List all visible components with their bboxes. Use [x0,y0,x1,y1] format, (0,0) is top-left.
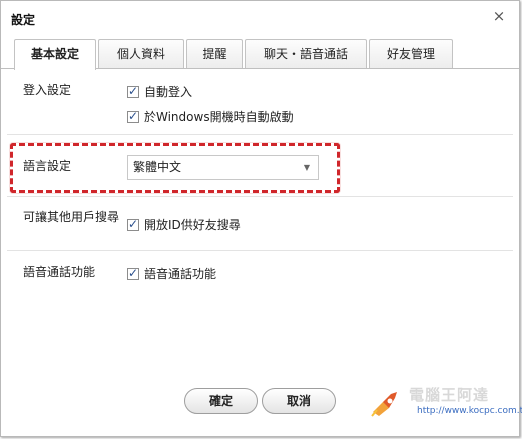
dialog-title: 設定 [11,13,36,27]
auto-login-checkbox[interactable]: 自動登入 [127,83,192,100]
searchable-label: 可讓其他用戶搜尋 [23,210,120,224]
checkbox-checked-icon[interactable] [127,266,139,280]
start-on-boot-checkbox[interactable]: 於Windows開機時自動啟動 [127,108,294,125]
allow-id-search-checkbox[interactable]: 開放ID供好友搜尋 [127,216,241,233]
allow-id-search-text: 開放ID供好友搜尋 [144,218,241,232]
voice-call-checkbox[interactable]: 語音通話功能 [127,265,216,282]
watermark: 電腦王阿達 http://www.kocpc.com.tw [369,384,522,424]
checkbox-checked-icon[interactable] [127,217,139,231]
checkbox-checked-icon[interactable] [127,109,139,123]
tab-chat-voice[interactable]: 聊天・語音通話 [245,39,367,69]
watermark-title: 電腦王阿達 [409,386,490,404]
tab-friend-management[interactable]: 好友管理 [369,39,453,69]
section-divider [7,196,513,197]
tab-personal-info[interactable]: 個人資料 [98,39,184,69]
section-divider [7,250,513,251]
tab-reminders[interactable]: 提醒 [186,39,243,69]
start-on-boot-text: 於Windows開機時自動啟動 [144,110,294,124]
section-divider [7,134,513,135]
tab-basic-settings[interactable]: 基本設定 [14,39,96,70]
voice-call-label: 語音通話功能 [23,265,96,279]
checkbox-checked-icon[interactable] [127,84,139,98]
settings-dialog: 設定 × 基本設定 個人資料 提醒 聊天・語音通話 好友管理 登入設定 自動登入… [0,0,522,437]
login-settings-label: 登入設定 [23,83,72,97]
rocket-logo-icon [371,392,397,417]
highlight-box [10,143,340,193]
watermark-url: http://www.kocpc.com.tw [417,406,522,416]
auto-login-text: 自動登入 [144,85,193,99]
voice-call-text: 語音通話功能 [144,267,217,281]
cancel-button[interactable]: 取消 [262,388,336,414]
close-icon[interactable]: × [491,8,507,24]
ok-button[interactable]: 確定 [184,388,258,414]
title-bar: 設定 × [1,1,519,35]
